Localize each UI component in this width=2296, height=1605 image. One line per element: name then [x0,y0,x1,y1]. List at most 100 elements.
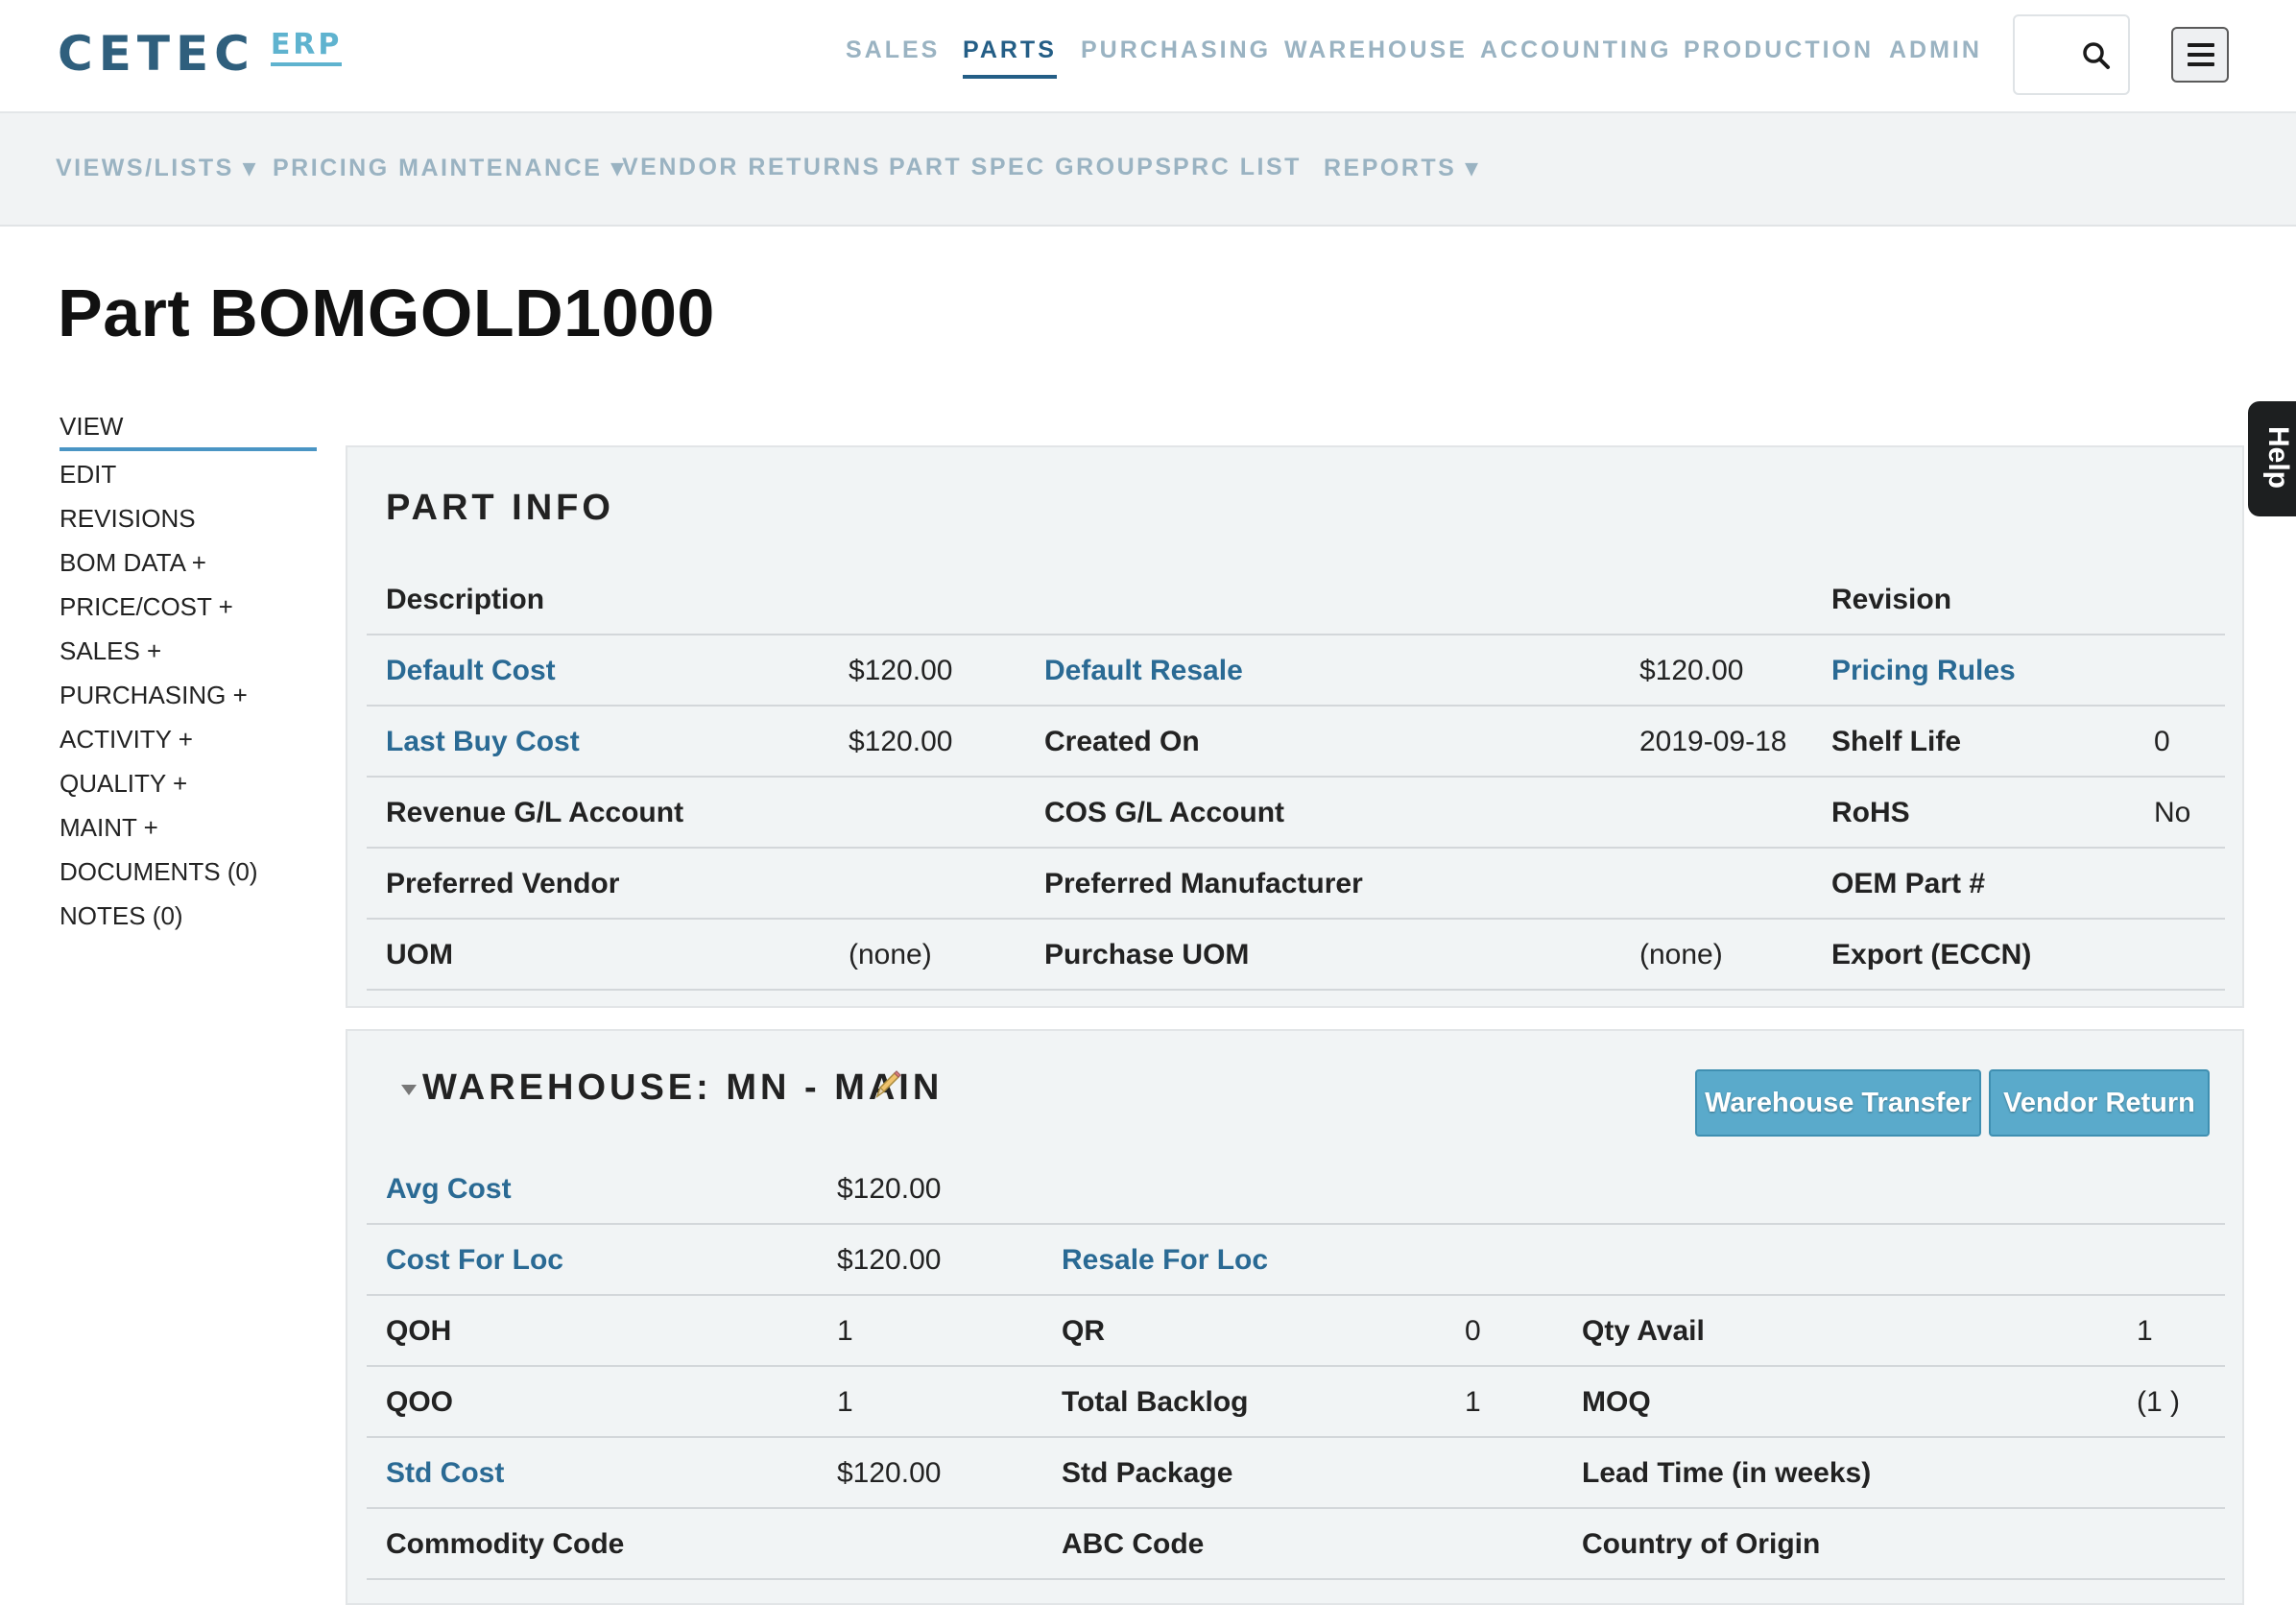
sidenav-revisions[interactable]: REVISIONS [60,499,317,543]
std-package-label: Std Package [1062,1457,1233,1489]
vendor-return-button[interactable]: Vendor Return [1989,1069,2210,1137]
nav-parts[interactable]: PARTS [963,36,1057,79]
warehouse-row: Avg Cost $120.00 [367,1154,2225,1225]
subnav-views-lists[interactable]: VIEWS/LISTS ▾ [56,154,257,182]
avg-cost-link[interactable]: Avg Cost [386,1154,512,1223]
nav-production[interactable]: PRODUCTION [1684,36,1874,64]
search-icon [2083,42,2110,69]
nav-sales[interactable]: SALES [846,36,940,64]
uom-value: (none) [849,939,932,970]
avg-cost-value: $120.00 [837,1173,942,1205]
purchase-uom-label: Purchase UOM [1044,939,1250,970]
shelf-life-value: 0 [2154,726,2170,757]
qr-label: QR [1062,1315,1105,1347]
cetec-erp-logo[interactable]: CETEC ERP [58,26,343,82]
shelf-life-label: Shelf Life [1831,726,1962,757]
sidenav-view[interactable]: VIEW [60,407,317,451]
sub-nav: VIEWS/LISTS ▾ PRICING MAINTENANCE ▾ VEND… [0,113,2296,227]
qoh-value: 1 [837,1315,853,1347]
logo-text: CETEC [58,26,255,82]
purchase-uom-value: (none) [1639,939,1723,970]
revision-label: Revision [1831,584,1952,615]
subnav-pricing-maintenance[interactable]: PRICING MAINTENANCE ▾ [273,154,626,182]
preferred-vendor-label: Preferred Vendor [386,868,620,899]
warehouse-row: Commodity Code ABC Code Country of Origi… [367,1509,2225,1580]
sidenav-edit[interactable]: EDIT [60,455,317,499]
country-of-origin-label: Country of Origin [1582,1528,1821,1560]
uom-label: UOM [386,939,453,970]
commodity-code-label: Commodity Code [386,1528,625,1560]
sidenav-activity[interactable]: ACTIVITY + [60,720,317,764]
help-tab[interactable]: Help [2248,401,2296,516]
nav-warehouse[interactable]: WAREHOUSE [1284,36,1468,64]
top-header: CETEC ERP SALES PARTS PURCHASING WAREHOU… [0,0,2296,113]
warehouse-transfer-button[interactable]: Warehouse Transfer [1695,1069,1981,1137]
part-info-row: Revenue G/L Account COS G/L Account RoHS… [367,778,2225,849]
oem-part-label: OEM Part # [1831,868,1986,899]
warehouse-row: QOO 1 Total Backlog 1 MOQ (1 ) [367,1367,2225,1438]
sidenav-documents[interactable]: DOCUMENTS (0) [60,852,317,897]
subnav-reports[interactable]: REPORTS ▾ [1324,154,1480,182]
qty-avail-label: Qty Avail [1582,1315,1705,1347]
nav-accounting[interactable]: ACCOUNTING [1480,36,1671,64]
nav-admin[interactable]: ADMIN [1889,36,1982,64]
warehouse-row: QOH 1 QR 0 Qty Avail 1 [367,1296,2225,1367]
default-cost-link[interactable]: Default Cost [386,635,556,705]
created-on-value: 2019-09-18 [1639,726,1787,757]
subnav-part-spec-groups[interactable]: PART SPEC GROUPS [889,154,1174,181]
warehouse-row: Cost For Loc $120.00 Resale For Loc [367,1225,2225,1296]
sidenav-maint[interactable]: MAINT + [60,808,317,852]
sidenav-sales[interactable]: SALES + [60,632,317,676]
sidenav-notes[interactable]: NOTES (0) [60,897,317,941]
sidenav-bom-data[interactable]: BOM DATA + [60,543,317,587]
qty-avail-value: 1 [2137,1315,2153,1347]
part-info-row: UOM (none) Purchase UOM (none) Export (E… [367,920,2225,991]
qr-value: 0 [1465,1315,1481,1347]
edit-pencil-icon[interactable] [872,1067,904,1100]
preferred-manufacturer-label: Preferred Manufacturer [1044,868,1363,899]
part-info-header-row: Description Revision [367,564,2225,635]
last-buy-cost-link[interactable]: Last Buy Cost [386,707,580,776]
resale-for-loc-link[interactable]: Resale For Loc [1062,1225,1268,1294]
menu-line [2188,53,2214,57]
export-eccn-label: Export (ECCN) [1831,939,2032,970]
part-info-row: Default Cost $120.00 Default Resale $120… [367,635,2225,707]
last-buy-cost-value: $120.00 [849,726,953,757]
part-info-row: Preferred Vendor Preferred Manufacturer … [367,849,2225,920]
logo-erp-text: ERP [270,29,343,66]
moq-label: MOQ [1582,1386,1651,1418]
part-info-title: PART INFO [386,488,614,528]
sidenav-quality[interactable]: QUALITY + [60,764,317,808]
sidenav-purchasing[interactable]: PURCHASING + [60,676,317,720]
default-resale-link[interactable]: Default Resale [1044,635,1243,705]
cost-for-loc-value: $120.00 [837,1244,942,1276]
abc-code-label: ABC Code [1062,1528,1205,1560]
nav-purchasing[interactable]: PURCHASING [1081,36,1271,64]
total-backlog-label: Total Backlog [1062,1386,1249,1418]
moq-value: (1 ) [2137,1386,2180,1418]
part-side-nav: VIEW EDIT REVISIONS BOM DATA + PRICE/COS… [60,407,317,941]
subnav-prc-list[interactable]: PRC LIST [1173,154,1302,181]
collapse-arrow-icon[interactable] [401,1085,417,1095]
sidenav-price-cost[interactable]: PRICE/COST + [60,587,317,632]
pricing-rules-link[interactable]: Pricing Rules [1831,635,2016,705]
description-label: Description [386,584,545,615]
subnav-vendor-returns[interactable]: VENDOR RETURNS [622,154,881,181]
qoo-label: QOO [386,1386,454,1418]
hamburger-menu-button[interactable] [2171,27,2229,83]
part-info-row: Last Buy Cost $120.00 Created On 2019-09… [367,707,2225,778]
revenue-gl-account-label: Revenue G/L Account [386,797,684,828]
warehouse-title: WAREHOUSE: MN - MAIN [422,1067,944,1108]
qoo-value: 1 [837,1386,853,1418]
search-button[interactable] [2013,14,2130,95]
menu-line [2188,62,2214,66]
rohs-label: RoHS [1831,797,1910,828]
std-cost-link[interactable]: Std Cost [386,1438,504,1507]
lead-time-label: Lead Time (in weeks) [1582,1457,1872,1489]
cost-for-loc-link[interactable]: Cost For Loc [386,1225,563,1294]
std-cost-value: $120.00 [837,1457,942,1489]
rohs-value: No [2154,797,2191,828]
total-backlog-value: 1 [1465,1386,1481,1418]
menu-line [2188,43,2214,47]
warehouse-row: Std Cost $120.00 Std Package Lead Time (… [367,1438,2225,1509]
